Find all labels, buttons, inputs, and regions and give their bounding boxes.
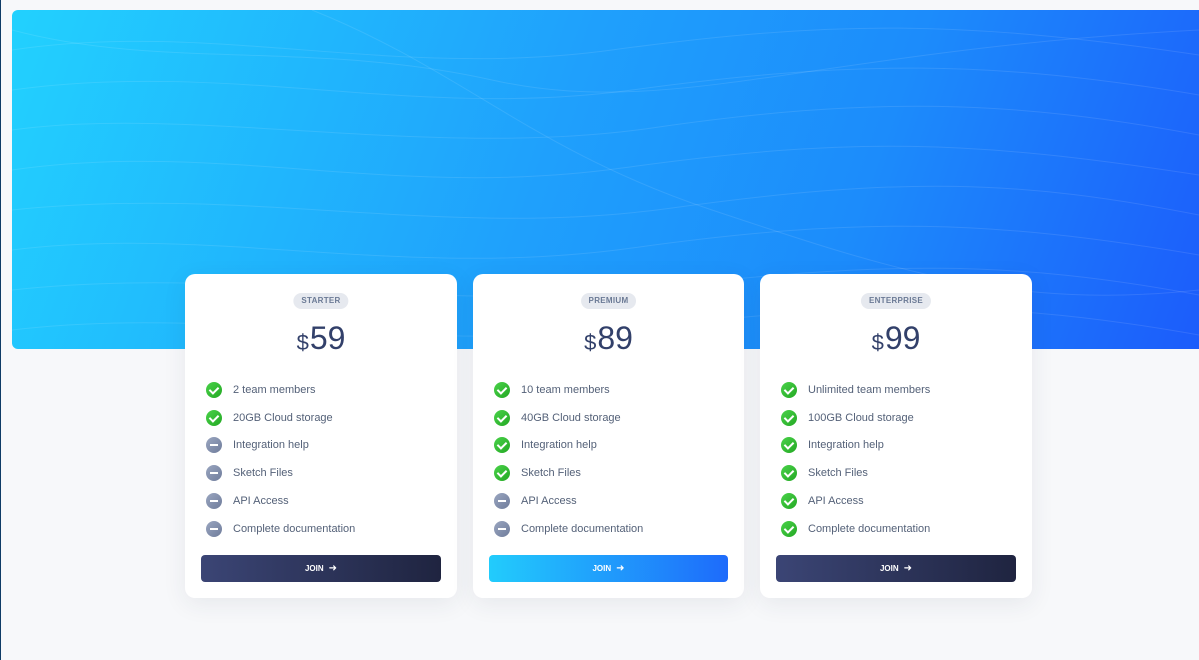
- price-amount: 99: [884, 320, 921, 356]
- feature-item: Sketch Files: [206, 459, 355, 487]
- feature-label: Sketch Files: [233, 467, 293, 480]
- check-icon: [781, 409, 797, 426]
- feature-item: 100GB Cloud storage: [781, 404, 930, 432]
- feature-item: Sketch Files: [494, 459, 643, 487]
- check-icon: [206, 409, 222, 426]
- feature-item: API Access: [781, 487, 930, 515]
- feature-item: Integration help: [494, 432, 643, 460]
- feature-item: Integration help: [206, 432, 355, 460]
- price-amount: 59: [309, 320, 346, 356]
- price-amount: 89: [597, 320, 633, 356]
- plan-name-badge: ENTERPRISE: [860, 293, 932, 309]
- feature-item: 2 team members: [206, 376, 355, 404]
- feature-label: Integration help: [233, 439, 309, 452]
- feature-label: 20GB Cloud storage: [233, 411, 333, 424]
- feature-list: 10 team members 40GB Cloud storage Integ…: [494, 376, 643, 543]
- feature-label: Integration help: [808, 439, 884, 452]
- feature-label: 10 team members: [521, 383, 610, 396]
- plan-price: $99: [760, 319, 1032, 364]
- feature-item: Complete documentation: [206, 515, 355, 543]
- feature-list: Unlimited team members 100GB Cloud stora…: [781, 376, 930, 543]
- plan-card-starter: STARTER $59 2 team members 20GB Cloud st…: [185, 274, 457, 598]
- feature-label: Complete documentation: [808, 522, 931, 535]
- feature-item: 20GB Cloud storage: [206, 404, 355, 432]
- feature-label: Sketch Files: [521, 467, 581, 480]
- page-edge-divider: [0, 0, 1, 660]
- feature-label: 40GB Cloud storage: [521, 411, 621, 424]
- join-button-label: JOIN: [879, 564, 899, 573]
- join-button-enterprise[interactable]: JOIN ➜: [776, 555, 1016, 582]
- minus-icon: [206, 520, 222, 537]
- arrow-right-icon: ➜: [328, 562, 338, 574]
- check-icon: [781, 465, 797, 482]
- check-icon: [781, 437, 797, 454]
- feature-label: Sketch Files: [808, 467, 868, 480]
- feature-label: API Access: [521, 495, 577, 508]
- join-button-label: JOIN: [592, 564, 612, 573]
- join-button-label: JOIN: [304, 564, 324, 573]
- minus-icon: [494, 493, 510, 510]
- feature-item: Sketch Files: [781, 459, 930, 487]
- minus-icon: [206, 437, 222, 454]
- check-icon: [206, 381, 222, 398]
- feature-label: API Access: [233, 495, 289, 508]
- feature-label: 2 team members: [233, 383, 316, 396]
- feature-label: Complete documentation: [233, 522, 356, 535]
- feature-item: 10 team members: [494, 376, 643, 404]
- feature-item: Complete documentation: [781, 515, 930, 543]
- arrow-right-icon: ➜: [903, 562, 913, 574]
- check-icon: [781, 381, 797, 398]
- feature-list: 2 team members 20GB Cloud storage Integr…: [206, 376, 355, 543]
- plan-price: $89: [473, 319, 744, 364]
- feature-label: Complete documentation: [521, 522, 644, 535]
- check-icon: [494, 437, 510, 454]
- feature-label: Integration help: [521, 439, 597, 452]
- plan-name-badge: STARTER: [293, 293, 349, 309]
- minus-icon: [206, 465, 222, 482]
- check-icon: [781, 520, 797, 537]
- feature-item: 40GB Cloud storage: [494, 404, 643, 432]
- check-icon: [494, 465, 510, 482]
- feature-item: API Access: [494, 487, 643, 515]
- plan-card-enterprise: ENTERPRISE $99 Unlimited team members 10…: [760, 274, 1032, 598]
- feature-item: Integration help: [781, 432, 930, 460]
- plan-card-premium: PREMIUM $89 10 team members 40GB Cloud s…: [473, 274, 744, 598]
- feature-label: Unlimited team members: [808, 383, 931, 396]
- feature-label: API Access: [808, 495, 864, 508]
- currency-symbol: $: [584, 330, 597, 355]
- plan-price: $59: [185, 319, 457, 364]
- check-icon: [781, 493, 797, 510]
- arrow-right-icon: ➜: [616, 562, 625, 574]
- join-button-premium[interactable]: JOIN ➜: [489, 555, 728, 582]
- join-button-starter[interactable]: JOIN ➜: [201, 555, 441, 582]
- check-icon: [494, 381, 510, 398]
- feature-item: Complete documentation: [494, 515, 643, 543]
- feature-label: 100GB Cloud storage: [808, 411, 914, 424]
- feature-item: API Access: [206, 487, 355, 515]
- plan-name-badge: PREMIUM: [580, 293, 637, 309]
- currency-symbol: $: [871, 330, 884, 355]
- currency-symbol: $: [296, 330, 309, 355]
- minus-icon: [494, 520, 510, 537]
- check-icon: [494, 409, 510, 426]
- minus-icon: [206, 493, 222, 510]
- feature-item: Unlimited team members: [781, 376, 930, 404]
